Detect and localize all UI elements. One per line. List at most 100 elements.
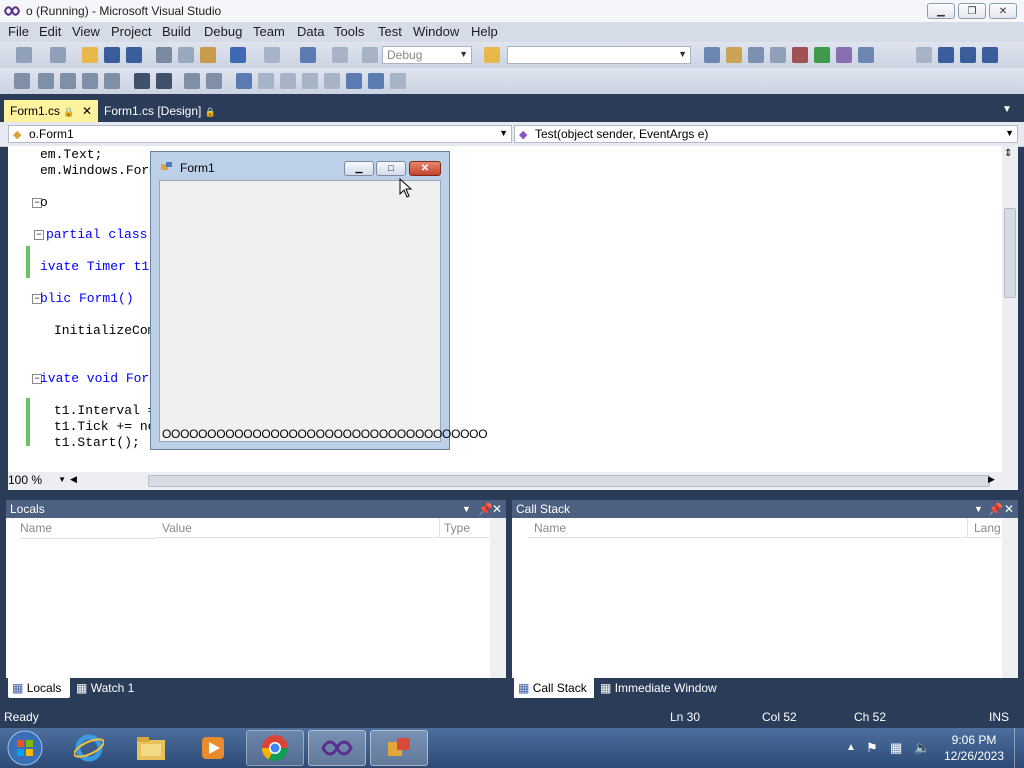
redo-icon[interactable] [264,47,280,63]
align-centers-icon[interactable] [60,73,76,89]
form1-maximize-button[interactable]: □ [376,161,406,176]
call-stack-col-lang[interactable]: Lang [968,518,1002,538]
tab-watch1[interactable]: ▦ Watch 1 [72,678,152,698]
editor-vertical-scrollbar[interactable]: ⇕ [1002,146,1018,472]
minimize-button[interactable]: ▁ [927,3,955,19]
toggle-bookmark-icon[interactable] [236,73,252,89]
copy-icon[interactable] [178,47,194,63]
tab-immediate-window[interactable]: ▦ Immediate Window [596,678,736,698]
tab-form1-design[interactable]: Form1.cs [Design] 🔒 [98,100,228,122]
navigate-forward-icon[interactable] [332,47,348,63]
pin-icon[interactable]: 📌 [478,500,493,518]
solution-configuration-combo[interactable]: Debug ▼ [382,46,472,64]
menu-data[interactable]: Data [297,24,324,39]
continue-icon[interactable] [916,47,932,63]
taskbar-visual-studio[interactable] [308,730,366,766]
split-handle-icon[interactable]: ⇕ [1004,148,1012,159]
object-browser-icon[interactable] [748,47,764,63]
increase-indent-icon[interactable] [206,73,222,89]
start-debugging-icon[interactable] [362,47,378,63]
properties-icon[interactable] [726,47,742,63]
window-position-icon[interactable]: ▼ [462,500,471,518]
form1-close-button[interactable]: ✕ [409,161,441,176]
scroll-thumb[interactable] [1004,208,1016,298]
collapse-outline-icon[interactable]: − [34,230,44,240]
toolbox-icon[interactable] [770,47,786,63]
menu-team[interactable]: Team [253,24,285,39]
tab-locals[interactable]: ▦ Locals [8,678,70,698]
stop-debugging-icon[interactable] [960,47,976,63]
network-icon[interactable]: ▦ [890,740,902,756]
locals-scrollbar[interactable] [490,518,506,678]
find-combo[interactable]: ▼ [507,46,691,64]
locals-col-name[interactable]: Name [20,518,157,539]
tab-form1-cs[interactable]: Form1.cs 🔒 ✕ [4,100,98,122]
form1-minimize-button[interactable]: ▁ [344,161,374,176]
locals-col-type[interactable]: Type [440,518,490,538]
navigate-backward-icon[interactable] [300,47,316,63]
find-icon[interactable] [390,73,406,89]
clear-bookmarks-icon[interactable] [368,73,384,89]
next-bookmark-folder-icon[interactable] [324,73,340,89]
make-same-size-icon[interactable] [104,73,120,89]
clock[interactable]: 9:06 PM 12/26/2023 [938,732,1010,764]
save-icon[interactable] [104,47,120,63]
action-center-icon[interactable]: ⚑ [866,740,878,756]
bookmark-window-icon[interactable] [346,73,362,89]
scroll-left-icon[interactable]: ◀ [70,474,77,485]
tab-list-dropdown-icon[interactable]: ▼ [1002,104,1012,115]
show-desktop-button[interactable] [1014,728,1024,768]
previous-bookmark-icon[interactable] [258,73,274,89]
uncomment-lines-icon[interactable] [156,73,172,89]
undo-icon[interactable] [230,47,246,63]
call-stack-col-name[interactable]: Name [528,518,968,538]
taskbar-internet-explorer[interactable] [60,730,118,766]
menu-window[interactable]: Window [413,24,459,39]
restore-button[interactable]: ❐ [958,3,986,19]
open-file-icon[interactable] [82,47,98,63]
previous-bookmark-folder-icon[interactable] [302,73,318,89]
comment-lines-icon[interactable] [134,73,150,89]
solution-explorer-icon[interactable] [704,47,720,63]
command-window-icon[interactable] [858,47,874,63]
menu-help[interactable]: Help [471,24,498,39]
new-project-icon[interactable] [16,47,32,63]
menu-project[interactable]: Project [111,24,151,39]
window-position-icon[interactable]: ▼ [974,500,983,518]
menu-edit[interactable]: Edit [39,24,61,39]
extension-manager-icon[interactable] [792,47,808,63]
volume-icon[interactable]: 🔈 [914,740,930,756]
close-tab-icon[interactable]: ✕ [82,100,92,122]
text-style-icon[interactable] [82,73,98,89]
scroll-right-icon[interactable]: ▶ [988,474,995,485]
menu-build[interactable]: Build [162,24,191,39]
next-bookmark-icon[interactable] [280,73,296,89]
zoom-combo[interactable]: 100 % ▼ [8,473,66,489]
close-button[interactable]: ✕ [989,3,1017,19]
taskbar-running-form[interactable] [370,730,428,766]
team-explorer-icon[interactable] [836,47,852,63]
break-all-icon[interactable] [938,47,954,63]
start-button[interactable] [3,729,47,767]
save-all-icon[interactable] [126,47,142,63]
taskbar-chrome[interactable] [246,730,304,766]
pin-icon[interactable]: 📌 [988,500,1003,518]
taskbar-file-explorer[interactable] [122,730,180,766]
menu-debug[interactable]: Debug [204,24,242,39]
class-combo[interactable]: ◆ o.Form1 ▼ [8,125,512,143]
close-panel-icon[interactable]: ✕ [1004,500,1014,518]
paste-icon[interactable] [200,47,216,63]
close-panel-icon[interactable]: ✕ [492,500,502,518]
menu-file[interactable]: File [8,24,29,39]
show-hidden-icons-icon[interactable]: ▲ [846,742,856,753]
menu-tools[interactable]: Tools [334,24,364,39]
restart-icon[interactable] [982,47,998,63]
horizontal-scroll-thumb[interactable] [148,475,990,487]
locals-col-value[interactable]: Value [156,518,440,538]
menu-view[interactable]: View [72,24,100,39]
find-in-files-icon[interactable] [484,47,500,63]
align-to-grid-icon[interactable] [14,73,30,89]
cut-icon[interactable] [156,47,172,63]
tab-call-stack[interactable]: ▦ Call Stack [514,678,594,698]
align-lefts-icon[interactable] [38,73,54,89]
